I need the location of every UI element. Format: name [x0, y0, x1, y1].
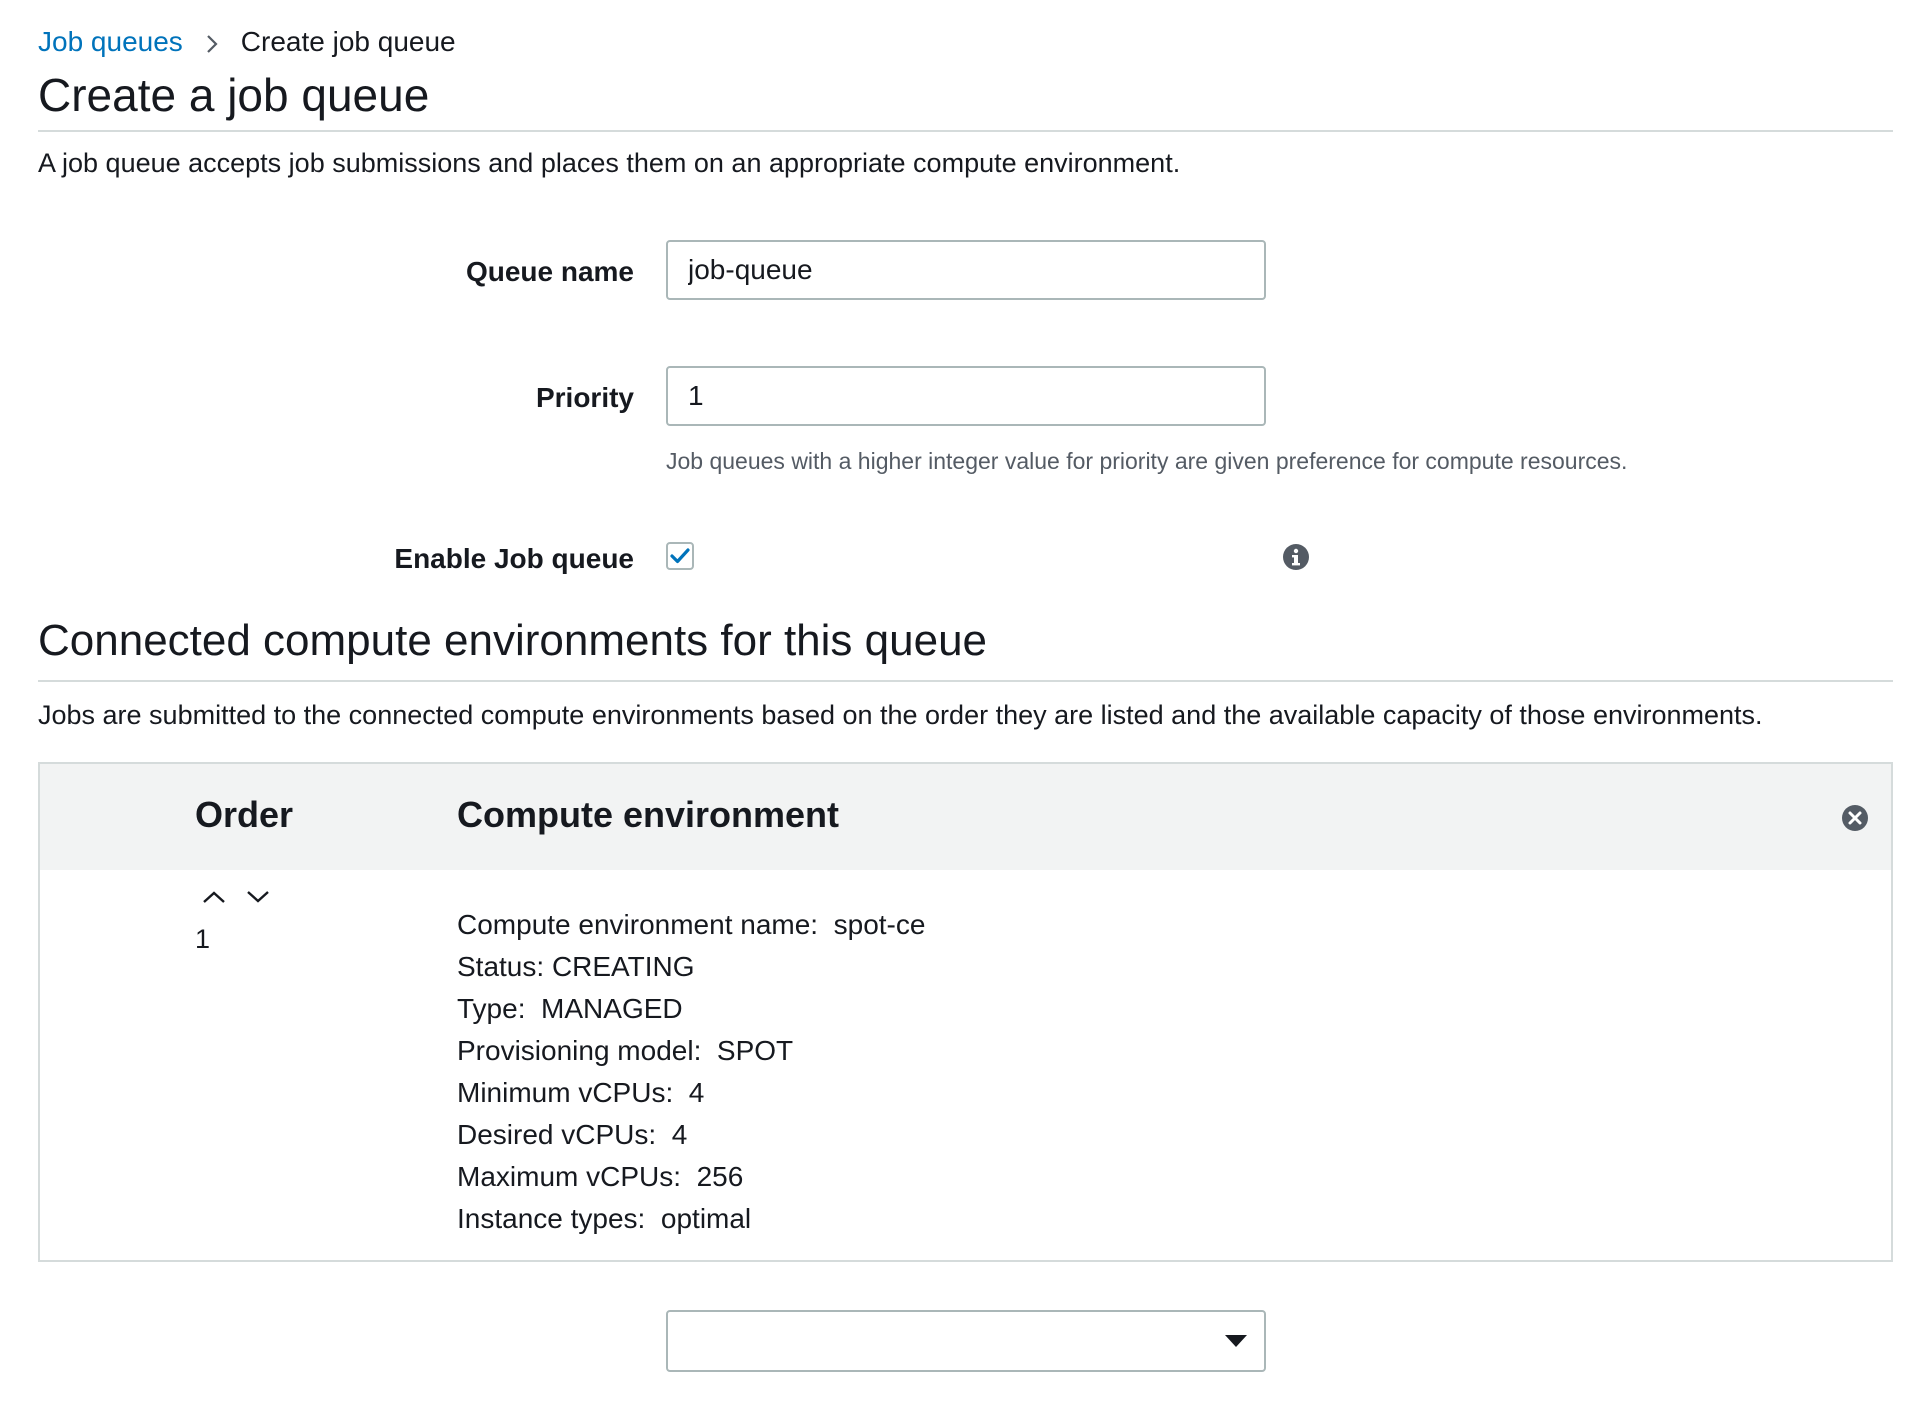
info-icon[interactable] [1282, 543, 1310, 571]
column-header-compute-environment: Compute environment [457, 794, 840, 835]
table-header: Order Compute environment [40, 764, 1891, 870]
checkmark-icon [670, 548, 690, 564]
page-description: A job queue accepts job submissions and … [38, 148, 1181, 178]
order-controls [200, 886, 272, 908]
compute-environment-details: Compute environment name: spot-ce Status… [457, 904, 925, 1240]
breadcrumb-current: Create job queue [240, 26, 456, 57]
chevron-down-icon[interactable] [244, 886, 272, 908]
section-description: Jobs are submitted to the connected comp… [38, 700, 1763, 730]
priority-hint: Job queues with a higher integer value f… [666, 448, 1628, 474]
caret-down-icon [1224, 1334, 1248, 1353]
detail-maximum-vcpus: Maximum vCPUs: 256 [457, 1161, 744, 1192]
compute-environments-table: Order Compute environment 1 Compute envi… [38, 762, 1893, 1262]
section-title: Connected compute environments for this … [38, 616, 988, 665]
breadcrumb: Job queues Create job queue [38, 26, 456, 58]
detail-provisioning-model: Provisioning model: SPOT [457, 1035, 794, 1066]
detail-minimum-vcpus: Minimum vCPUs: 4 [457, 1077, 705, 1108]
chevron-up-icon[interactable] [200, 886, 228, 908]
close-circle-icon[interactable] [1841, 804, 1869, 832]
priority-label: Priority [535, 382, 634, 413]
queue-name-label: Queue name [465, 256, 634, 287]
breadcrumb-link-job-queues[interactable]: Job queues [38, 26, 183, 58]
title-divider [38, 130, 1893, 132]
detail-status: Status: CREATING [457, 951, 695, 982]
detail-name: Compute environment name: spot-ce [457, 909, 926, 940]
detail-type: Type: MANAGED [457, 993, 683, 1024]
compute-environment-select[interactable] [666, 1310, 1266, 1372]
detail-desired-vcpus: Desired vCPUs: 4 [457, 1119, 688, 1150]
column-header-order: Order [195, 794, 294, 835]
page-title: Create a job queue [38, 69, 430, 121]
order-number: 1 [195, 924, 211, 954]
enable-job-queue-checkbox[interactable] [666, 542, 694, 570]
enable-job-queue-label: Enable Job queue [394, 543, 634, 574]
detail-instance-types: Instance types: optimal [457, 1203, 752, 1234]
priority-input[interactable] [666, 366, 1266, 426]
queue-name-input[interactable] [666, 240, 1266, 300]
chevron-right-icon [183, 27, 241, 58]
section-divider [38, 680, 1893, 682]
